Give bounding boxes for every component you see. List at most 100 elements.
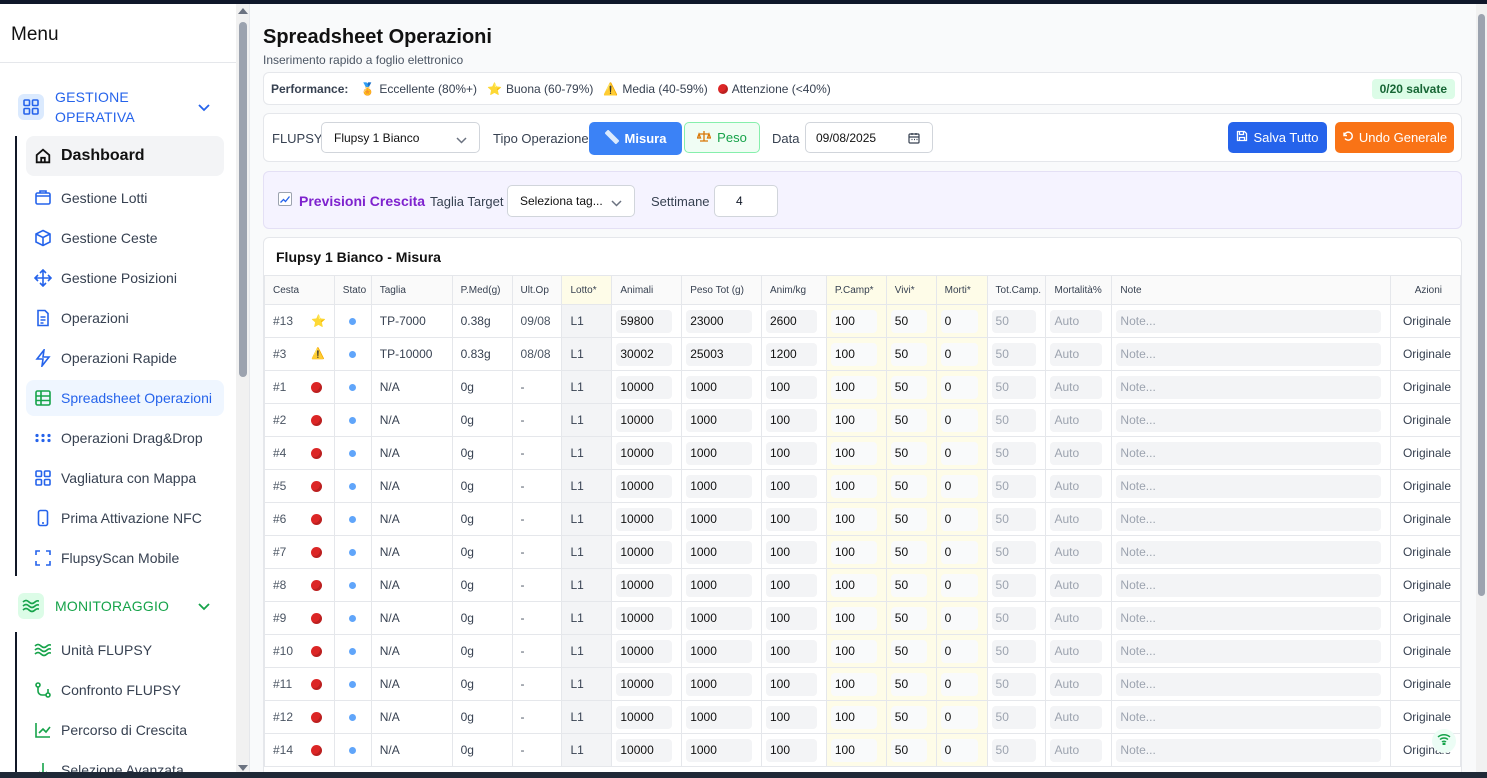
cell-lotto[interactable]: L1 [561,700,613,734]
cell-lotto[interactable]: L1 [561,370,613,404]
note-input[interactable]: Note... [1116,705,1381,729]
mortalita-input[interactable]: Auto [1050,672,1103,696]
morti-input[interactable]: 0 [940,375,978,399]
totcamp-input[interactable]: 50 [991,408,1037,432]
wifi-status-button[interactable] [1432,729,1456,753]
note-input[interactable]: Note... [1116,342,1381,366]
note-input[interactable]: Note... [1116,540,1381,564]
azioni-value[interactable]: Originale [1403,644,1451,658]
sidebar-item-gestione-lotti[interactable]: Gestione Lotti [26,180,224,216]
mortalita-input[interactable]: Auto [1050,507,1103,531]
animali-input[interactable]: 10000 [616,738,673,762]
morti-input[interactable]: 0 [940,309,978,333]
totcamp-input[interactable]: 50 [991,705,1037,729]
pcamp-input[interactable]: 100 [830,309,877,333]
morti-input[interactable]: 0 [940,672,978,696]
note-input[interactable]: Note... [1116,441,1381,465]
morti-input[interactable]: 0 [940,441,978,465]
animkg-input[interactable]: 100 [765,639,817,663]
note-input[interactable]: Note... [1116,309,1381,333]
peso-input[interactable]: 1000 [686,606,752,630]
morti-input[interactable]: 0 [940,474,978,498]
pcamp-input[interactable]: 100 [830,540,877,564]
vivi-input[interactable]: 50 [890,573,927,597]
sidebar-item-operazioni-dragdrop[interactable]: Operazioni Drag&Drop [26,420,224,456]
animkg-input[interactable]: 100 [765,507,817,531]
morti-input[interactable]: 0 [940,540,978,564]
note-input[interactable]: Note... [1116,738,1381,762]
totcamp-input[interactable]: 50 [991,441,1037,465]
sidebar-item-operazioni-rapide[interactable]: Operazioni Rapide [26,340,224,376]
date-input[interactable]: 09/08/2025 [805,122,933,153]
undo-all-button[interactable]: Undo Generale [1335,122,1454,153]
animkg-input[interactable]: 100 [765,441,817,465]
pcamp-input[interactable]: 100 [830,606,877,630]
pcamp-input[interactable]: 100 [830,441,877,465]
mortalita-input[interactable]: Auto [1050,705,1103,729]
pcamp-input[interactable]: 100 [830,507,877,531]
animali-input[interactable]: 10000 [616,540,673,564]
animali-input[interactable]: 10000 [616,507,673,531]
sidebar-item-selezione-avanzata[interactable]: Selezione Avanzata [26,752,224,772]
sidebar-item-spreadsheet-operazioni[interactable]: Spreadsheet Operazioni [26,380,224,416]
pcamp-input[interactable]: 100 [830,408,877,432]
peso-input[interactable]: 23000 [686,309,752,333]
morti-input[interactable]: 0 [940,573,978,597]
azioni-value[interactable]: Originale [1403,578,1451,592]
vivi-input[interactable]: 50 [890,309,927,333]
animkg-input[interactable]: 100 [765,573,817,597]
group-gestione-operativa[interactable]: GESTIONE OPERATIVA [18,87,210,127]
pcamp-input[interactable]: 100 [830,573,877,597]
cell-lotto[interactable]: L1 [561,667,613,701]
azioni-value[interactable]: Originale [1403,545,1451,559]
animali-input[interactable]: 10000 [616,441,673,465]
totcamp-input[interactable]: 50 [991,672,1037,696]
cell-lotto[interactable]: L1 [561,502,613,536]
animali-input[interactable]: 10000 [616,375,673,399]
vivi-input[interactable]: 50 [890,705,927,729]
note-input[interactable]: Note... [1116,507,1381,531]
vivi-input[interactable]: 50 [890,672,927,696]
vivi-input[interactable]: 50 [890,408,927,432]
cell-lotto[interactable]: L1 [561,337,613,371]
mortalita-input[interactable]: Auto [1050,573,1103,597]
mortalita-input[interactable]: Auto [1050,474,1103,498]
peso-input[interactable]: 1000 [686,573,752,597]
morti-input[interactable]: 0 [940,738,978,762]
peso-input[interactable]: 1000 [686,738,752,762]
note-input[interactable]: Note... [1116,639,1381,663]
note-input[interactable]: Note... [1116,606,1381,630]
peso-input[interactable]: 1000 [686,408,752,432]
animkg-input[interactable]: 100 [765,375,817,399]
cell-lotto[interactable]: L1 [561,568,613,602]
azioni-value[interactable]: Originale [1403,446,1451,460]
sidebar-item-gestione-posizioni[interactable]: Gestione Posizioni [26,260,224,296]
mortalita-input[interactable]: Auto [1050,639,1103,663]
azioni-value[interactable]: Originale [1403,710,1451,724]
animkg-input[interactable]: 1200 [765,342,817,366]
morti-input[interactable]: 0 [940,705,978,729]
sidebar-item-confronto-flupsy[interactable]: Confronto FLUPSY [26,672,224,708]
animali-input[interactable]: 10000 [616,606,673,630]
animali-input[interactable]: 10000 [616,408,673,432]
cell-lotto[interactable]: L1 [561,733,613,767]
azioni-value[interactable]: Originale [1403,314,1451,328]
peso-input[interactable]: 1000 [686,375,752,399]
totcamp-input[interactable]: 50 [991,342,1037,366]
vivi-input[interactable]: 50 [890,474,927,498]
mortalita-input[interactable]: Auto [1050,738,1103,762]
animali-input[interactable]: 10000 [616,672,673,696]
note-input[interactable]: Note... [1116,573,1381,597]
azioni-value[interactable]: Originale [1403,611,1451,625]
peso-input[interactable]: 1000 [686,540,752,564]
weeks-input[interactable]: 4 [714,185,778,217]
animali-input[interactable]: 10000 [616,639,673,663]
note-input[interactable]: Note... [1116,672,1381,696]
cell-lotto[interactable]: L1 [561,634,613,668]
note-input[interactable]: Note... [1116,375,1381,399]
vivi-input[interactable]: 50 [890,507,927,531]
peso-input[interactable]: 1000 [686,441,752,465]
azioni-value[interactable]: Originale [1403,479,1451,493]
cell-lotto[interactable]: L1 [561,304,613,338]
azioni-value[interactable]: Originale [1403,380,1451,394]
